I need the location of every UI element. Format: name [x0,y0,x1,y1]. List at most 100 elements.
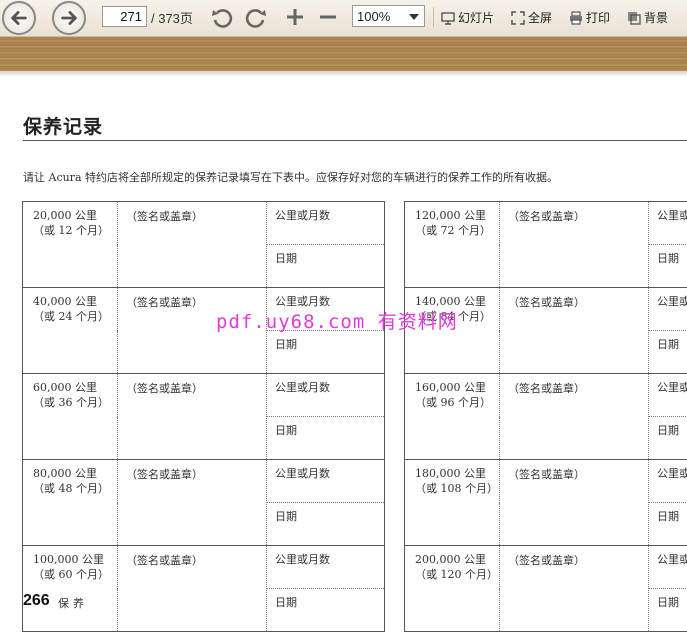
forward-button[interactable] [52,1,86,35]
zoom-in-icon[interactable] [283,5,307,29]
print-label: 打印 [586,11,611,25]
mileage-cell: 20,000 公里 （或 12 个月） [22,201,118,288]
viewer-background-strip [0,37,687,71]
km-or-months-cell: 公里或月数 [266,545,385,589]
page-number: 266 [23,592,50,609]
mileage-value: 40,000 公里 [33,295,97,308]
signature-cell: （签名或盖章） [499,459,649,546]
title-divider [23,140,687,141]
signature-cell: （签名或盖章） [499,287,649,374]
background-button[interactable]: 背景 [627,9,668,26]
signature-cell: （签名或盖章） [117,459,267,546]
date-cell: 日期 [648,416,687,460]
page-shadow [0,71,687,77]
page-number-input[interactable]: 271 [102,6,147,27]
period-value: （或 72 个月） [415,224,491,237]
table-row: 120,000 公里 （或 72 个月） （签名或盖章） 公里或 [404,201,687,288]
print-button[interactable]: 打印 [569,9,610,26]
table-row: 200,000 公里 （或 120 个月） （签名或盖章） 公里或 [404,545,687,632]
signature-cell: （签名或盖章） [117,201,267,288]
period-value: （或 48 个月） [33,482,109,495]
period-value: （或 24 个月） [33,310,109,323]
date-cell: 日期 [266,330,385,374]
fullscreen-icon [511,10,525,25]
zoom-out-icon[interactable] [316,5,340,29]
mileage-cell: 200,000 公里 （或 120 个月） [404,545,500,632]
mileage-value: 20,000 公里 [33,209,97,222]
table-row: 180,000 公里 （或 108 个月） （签名或盖章） 公里或 [404,459,687,546]
table-row: 60,000 公里 （或 36 个月） （签名或盖章） 公里或月数 [22,373,385,460]
km-or-months-cell: 公里或 [648,373,687,417]
date-cell: 日期 [266,502,385,546]
table-row: 100,000 公里 （或 60 个月） （签名或盖章） 公里或月数 [22,545,385,632]
section-label: 保养 [58,597,88,610]
mileage-value: 160,000 公里 [415,381,486,394]
table-row: 20,000 公里 （或 12 个月） （签名或盖章） 公里或月数 [22,201,385,288]
slideshow-button[interactable]: 幻灯片 [441,9,494,26]
page-total-label: / 373页 [151,11,193,26]
period-value: （或 120 个月） [415,568,498,581]
date-cell: 日期 [266,588,385,632]
arrow-left-icon [11,11,27,25]
date-cell: 日期 [648,330,687,374]
zoom-value: 100% [357,9,391,24]
mileage-cell: 120,000 公里 （或 72 个月） [404,201,500,288]
printer-icon [570,10,582,25]
signature-cell: （签名或盖章） [499,545,649,632]
period-value: （或 60 个月） [33,568,109,581]
mileage-value: 100,000 公里 [33,553,104,566]
mileage-value: 80,000 公里 [33,467,97,480]
mileage-cell: 80,000 公里 （或 48 个月） [22,459,118,546]
zoom-select[interactable]: 100% [352,5,425,27]
page-title: 保养记录 [23,116,104,138]
km-or-months-cell: 公里或 [648,545,687,589]
slideshow-label: 幻灯片 [458,11,495,25]
mileage-value: 180,000 公里 [415,467,486,480]
rotate-right-icon[interactable] [244,5,268,29]
km-or-months-cell: 公里或 [648,459,687,503]
chevron-down-icon [409,14,419,20]
km-or-months-cell: 公里或月数 [266,201,385,245]
maintenance-table-right: 120,000 公里 （或 72 个月） （签名或盖章） 公里或 日期 140,000 公… [404,201,687,632]
signature-cell: （签名或盖章） [499,373,649,460]
intro-text: 请让 Acura 特约店将全部所规定的保养记录填写在下表中。应保存好对您的车辆进… [23,171,558,184]
period-value: （或 36 个月） [33,396,109,409]
viewer-toolbar: 271 / 373页 100% 幻灯片 全屏 打印 背景 [0,0,687,37]
date-cell: 日期 [648,244,687,288]
date-cell: 日期 [648,502,687,546]
date-cell: 日期 [266,244,385,288]
mileage-cell: 160,000 公里 （或 96 个月） [404,373,500,460]
signature-cell: （签名或盖章） [117,373,267,460]
rotate-left-icon[interactable] [210,5,234,29]
background-icon [628,11,641,25]
back-button[interactable] [2,1,36,35]
mileage-value: 120,000 公里 [415,209,486,222]
table-row: 160,000 公里 （或 96 个月） （签名或盖章） 公里或 [404,373,687,460]
mileage-cell: 180,000 公里 （或 108 个月） [404,459,500,546]
slideshow-icon [441,11,455,25]
mileage-value: 60,000 公里 [33,381,97,394]
mileage-cell: 60,000 公里 （或 36 个月） [22,373,118,460]
period-value: （或 12 个月） [33,224,109,237]
date-cell: 日期 [266,416,385,460]
period-value: （或 96 个月） [415,396,491,409]
signature-cell: （签名或盖章） [117,545,267,632]
toolbar-divider [433,7,434,27]
arrow-right-icon [61,11,77,25]
mileage-cell: 100,000 公里 （或 60 个月） [22,545,118,632]
km-or-months-cell: 公里或 [648,201,687,245]
table-row: 80,000 公里 （或 48 个月） （签名或盖章） 公里或月数 [22,459,385,546]
background-label: 背景 [644,11,669,25]
fullscreen-button[interactable]: 全屏 [511,9,552,26]
mileage-cell: 40,000 公里 （或 24 个月） [22,287,118,374]
km-or-months-cell: 公里或月数 [266,373,385,417]
date-cell: 日期 [648,588,687,632]
maintenance-table-left: 20,000 公里 （或 12 个月） （签名或盖章） 公里或月数 日期 40,000 公… [22,201,385,632]
km-or-months-cell: 公里或 [648,287,687,331]
watermark: pdf.uy68.com 有资料网 [216,311,458,333]
fullscreen-label: 全屏 [528,11,553,25]
signature-cell: （签名或盖章） [499,201,649,288]
mileage-value: 200,000 公里 [415,553,486,566]
period-value: （或 108 个月） [415,482,498,495]
km-or-months-cell: 公里或月数 [266,459,385,503]
